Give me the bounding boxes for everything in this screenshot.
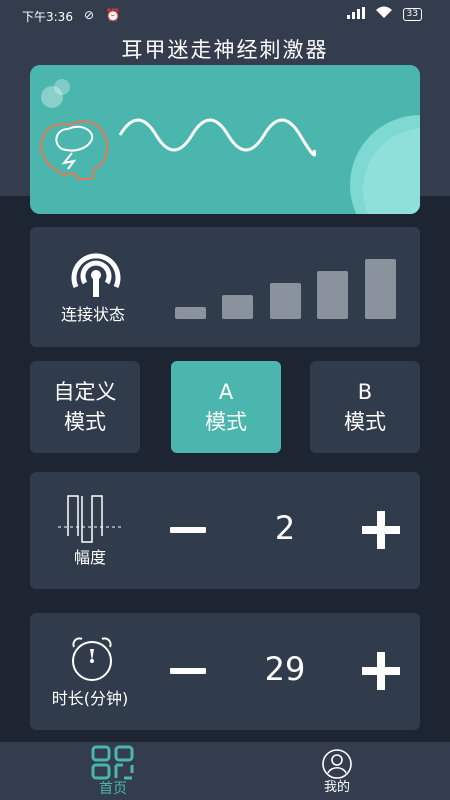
mode-b-line2: 模式 xyxy=(344,410,386,434)
bottom-tab-bar: 首页 我的 xyxy=(0,742,450,800)
signal-bar-1 xyxy=(175,307,206,319)
head-brain-icon xyxy=(40,120,109,180)
waveform-icon xyxy=(58,492,122,544)
amplitude-panel: 幅度 2 xyxy=(30,472,420,589)
mode-a-line1: A xyxy=(218,380,234,404)
duration-increase-button[interactable] xyxy=(362,652,400,690)
signal-icon xyxy=(346,6,365,22)
battery-icon: 33 xyxy=(402,7,422,21)
connection-panel: 连接状态 xyxy=(30,227,420,347)
amplitude-increase-button[interactable] xyxy=(362,511,400,549)
mode-b-line1: B xyxy=(357,380,373,404)
amplitude-label: 幅度 xyxy=(73,548,106,567)
timer-icon xyxy=(60,633,124,683)
tab-home[interactable]: 首页 xyxy=(38,742,188,797)
signal-strength-bars xyxy=(175,257,405,319)
wireless-signal-icon[interactable] xyxy=(66,249,126,299)
sine-wave-icon xyxy=(118,118,317,157)
status-bar: 下午3:36 ⊘ ⏰ 33 xyxy=(0,0,450,28)
mode-b-button[interactable]: B 模式 xyxy=(310,361,420,453)
tab-home-label: 首页 xyxy=(99,781,127,797)
mode-custom-button[interactable]: 自定义 模式 xyxy=(30,361,140,453)
duration-panel: 时长(分钟) 29 xyxy=(30,613,420,730)
amplitude-decrease-button[interactable] xyxy=(170,527,206,533)
status-right: 33 xyxy=(346,6,422,22)
user-icon xyxy=(319,748,355,780)
duration-value: 29 xyxy=(264,650,306,688)
mode-custom-line2: 模式 xyxy=(64,410,106,434)
duration-decrease-button[interactable] xyxy=(170,668,206,674)
signal-bar-2 xyxy=(222,295,253,319)
tab-mine[interactable]: 我的 xyxy=(262,742,412,796)
banner-illustration xyxy=(40,79,420,214)
mode-a-button[interactable]: A 模式 xyxy=(171,361,281,453)
tab-mine-label: 我的 xyxy=(323,780,350,795)
duration-label: 时长(分钟) xyxy=(51,689,129,708)
signal-bar-5 xyxy=(365,259,396,319)
app-title: 耳甲迷走神经刺激器 xyxy=(121,38,329,62)
amplitude-value: 2 xyxy=(274,509,296,547)
mode-custom-line1: 自定义 xyxy=(53,380,117,404)
signal-bar-4 xyxy=(317,271,348,319)
status-notification-icons: ⊘ ⏰ xyxy=(84,8,125,22)
wifi-icon xyxy=(375,6,393,22)
grid-icon xyxy=(91,745,135,781)
mode-a-line2: 模式 xyxy=(205,410,247,434)
status-time: 下午3:36 xyxy=(22,10,73,24)
connection-status-label: 连接状态 xyxy=(60,305,125,324)
hero-banner xyxy=(30,65,420,214)
signal-bar-3 xyxy=(270,283,301,319)
